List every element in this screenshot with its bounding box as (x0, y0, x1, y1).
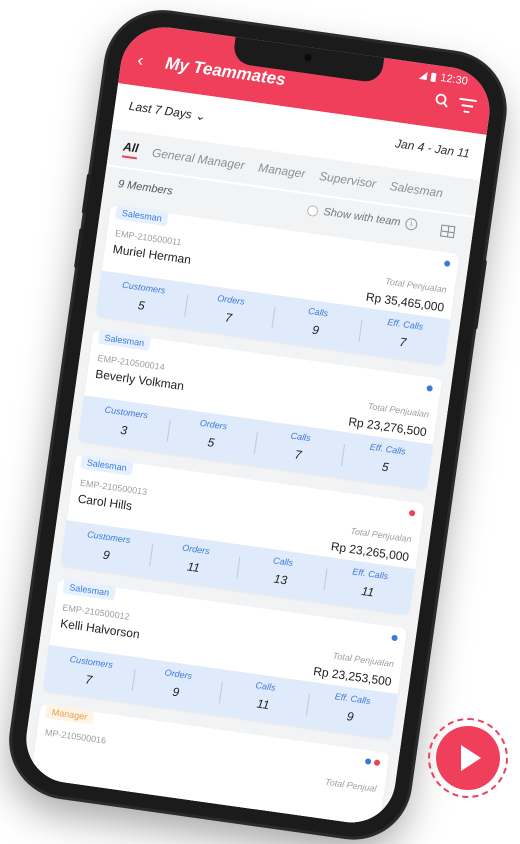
role-badge: Manager (45, 704, 95, 725)
status-dot (364, 758, 372, 765)
play-button[interactable] (428, 718, 508, 798)
status-dot (443, 260, 451, 268)
chevron-down-icon: ⌄ (194, 108, 207, 124)
role-badge: Salesman (115, 205, 169, 227)
show-with-team-toggle[interactable]: Show with team i (306, 204, 419, 232)
tab-salesman[interactable]: Salesman (389, 179, 444, 200)
stat-calls: Calls 13 (235, 545, 329, 603)
stat-eff-calls: Eff. Calls 9 (304, 682, 398, 740)
stat-calls: Calls 11 (217, 669, 311, 727)
play-icon (461, 745, 481, 771)
total-sales-label: Total Penjualan (384, 276, 448, 295)
status-dots (426, 385, 434, 392)
status-dot (373, 759, 381, 767)
info-icon[interactable]: i (404, 217, 419, 232)
teammate-name: Carol Hills (76, 491, 134, 514)
stat-orders: Orders 11 (148, 532, 242, 590)
grid-view-icon[interactable] (439, 224, 456, 239)
stat-customers: Customers 9 (60, 520, 154, 578)
stat-eff-calls: Eff. Calls 11 (322, 557, 416, 615)
stat-calls: Calls 7 (252, 420, 346, 478)
stat-eff-calls: Eff. Calls 7 (357, 307, 451, 365)
total-sales-label: Total Penjual (324, 776, 378, 794)
role-badge: Salesman (62, 579, 117, 601)
status-dots (443, 260, 451, 268)
play-button-fill (436, 726, 500, 790)
show-with-team-label: Show with team (322, 205, 402, 229)
status-dots (391, 634, 398, 642)
stat-orders: Orders 7 (183, 283, 277, 341)
phone-screen: 12:30 ‹ My Teammates Last 7 Days ⌄ Jan 4… (20, 21, 496, 829)
stat-calls: Calls 9 (270, 295, 364, 353)
stat-orders: Orders 9 (130, 657, 224, 715)
stat-customers: Customers 5 (95, 271, 189, 329)
date-range-text: Jan 4 - Jan 11 (394, 136, 471, 161)
stat-customers: Customers 7 (43, 645, 137, 703)
status-dots (364, 758, 381, 767)
signal-icon (419, 70, 429, 81)
status-dots (408, 509, 416, 517)
date-range-dropdown[interactable]: Last 7 Days ⌄ (128, 99, 206, 124)
volume-button (73, 228, 84, 269)
stat-customers: Customers 3 (78, 395, 172, 453)
stat-orders: Orders 5 (165, 408, 259, 466)
status-dot (426, 385, 434, 392)
member-count: 9 Members (117, 178, 174, 198)
status-dot (391, 634, 398, 642)
phone-mockup: 12:30 ‹ My Teammates Last 7 Days ⌄ Jan 4… (4, 5, 511, 844)
teammate-list: Salesman EMP-210500011 Muriel Herman Tot… (20, 199, 471, 829)
date-range-label: Last 7 Days (128, 98, 193, 122)
tab-general-manager[interactable]: General Manager (151, 146, 245, 173)
total-sales-label: Total Penjualan (332, 650, 395, 670)
battery-icon (430, 72, 438, 82)
status-dot (408, 509, 416, 517)
role-badge: Salesman (97, 329, 152, 352)
back-icon[interactable]: ‹ (136, 50, 145, 72)
tab-manager[interactable]: Manager (258, 160, 307, 180)
total-sales-label: Total Penjualan (349, 525, 413, 545)
role-badge: Salesman (80, 454, 134, 476)
filter-icon[interactable] (457, 97, 478, 114)
camera (302, 52, 314, 63)
volume-button (81, 173, 92, 214)
radio-button[interactable] (306, 204, 320, 217)
search-icon[interactable] (434, 92, 450, 108)
teammate-name: Beverly Volkman (94, 366, 185, 394)
employee-id: MP-210500016 (44, 727, 107, 746)
stat-eff-calls: Eff. Calls 5 (339, 432, 433, 490)
tab-all[interactable]: All (121, 139, 140, 160)
power-button (473, 259, 488, 330)
tab-supervisor[interactable]: Supervisor (318, 169, 377, 191)
status-bar: 12:30 (419, 69, 469, 88)
total-sales-label: Total Penjualan (367, 401, 430, 420)
status-time: 12:30 (439, 71, 469, 88)
